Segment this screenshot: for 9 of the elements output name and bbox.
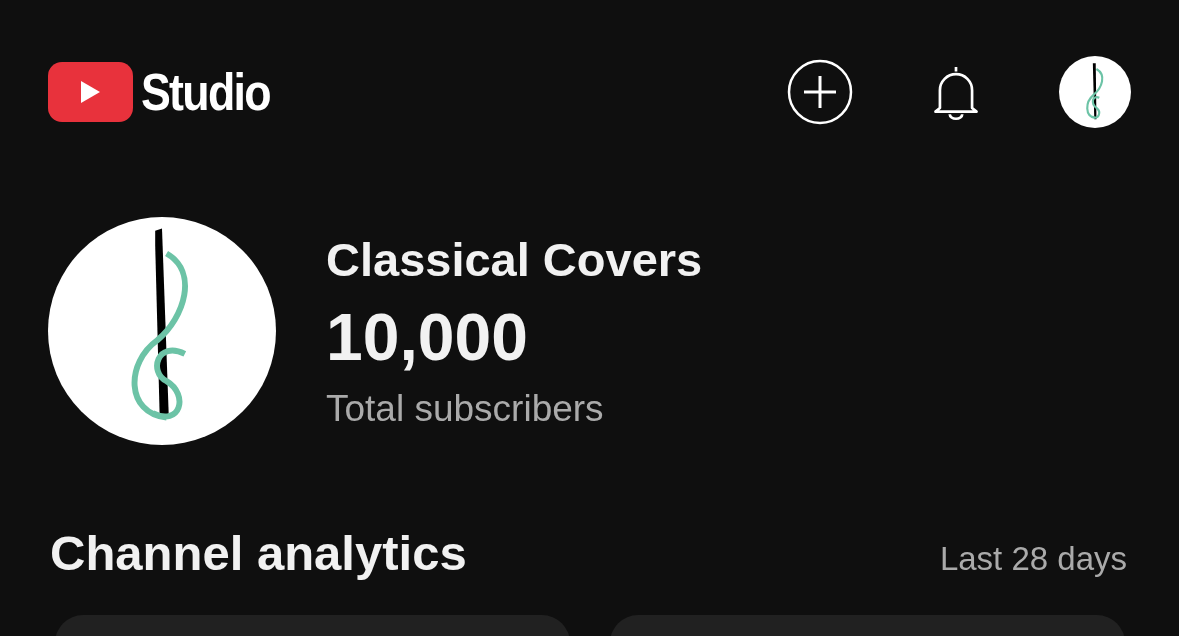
channel-name: Classical Covers [326,232,703,288]
period-label: Last 28 days [939,540,1127,578]
play-logo-icon [48,62,133,122]
app-name: Studio [141,66,270,118]
section-title: Channel analytics [50,525,467,581]
subscriber-count: 10,000 [326,301,529,374]
add-icon[interactable] [787,59,853,125]
subscriber-label: Total subscribers [326,387,605,430]
account-avatar[interactable] [1059,56,1131,128]
